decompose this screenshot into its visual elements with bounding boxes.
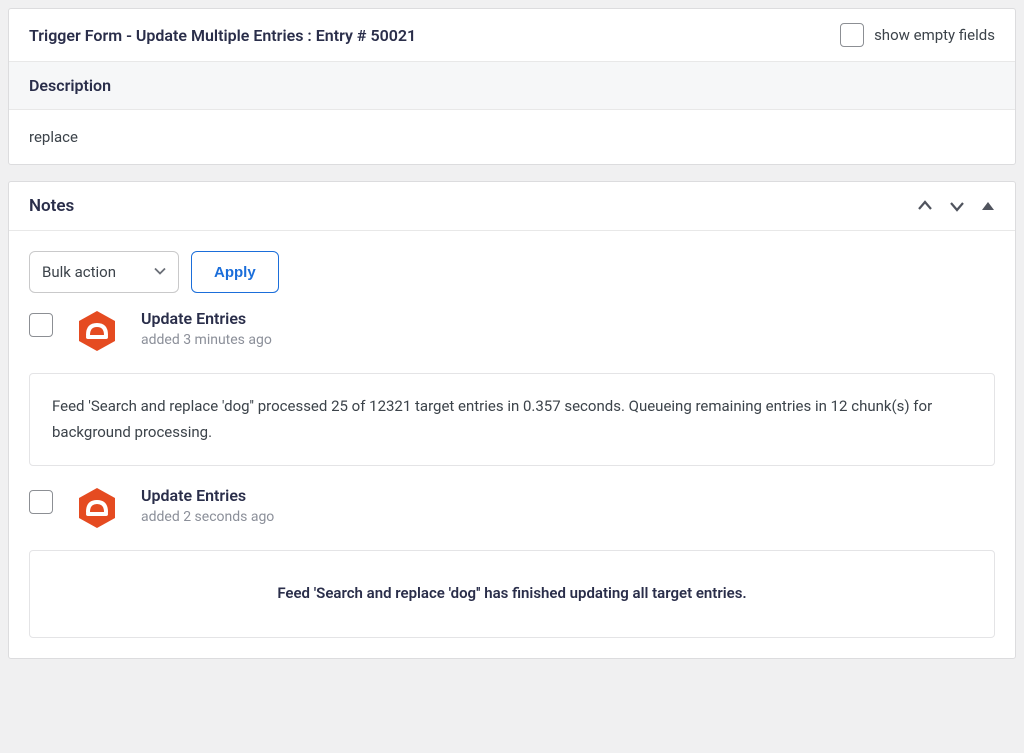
note-head: Update Entries added 2 seconds ago (29, 486, 995, 530)
note-head: Update Entries added 3 minutes ago (29, 309, 995, 353)
show-empty-fields-toggle[interactable]: show empty fields (840, 23, 995, 47)
entry-title: Trigger Form - Update Multiple Entries :… (29, 26, 416, 45)
note-body: Feed 'Search and replace 'dog'' has fini… (29, 550, 995, 638)
description-value: replace (9, 110, 1015, 164)
note-time: added 2 seconds ago (141, 509, 274, 525)
note-checkbox[interactable] (29, 490, 53, 514)
note-time: added 3 minutes ago (141, 332, 272, 348)
note-title: Update Entries (141, 309, 272, 328)
note-title: Update Entries (141, 486, 274, 505)
bulk-action-label: Bulk action (42, 263, 116, 281)
notes-panel: Notes Bulk action Apply (8, 181, 1016, 659)
triangle-up-icon[interactable] (981, 199, 995, 213)
note-item: Update Entries added 3 minutes ago Feed … (9, 309, 1015, 486)
notes-controls (917, 198, 995, 214)
entry-panel: Trigger Form - Update Multiple Entries :… (8, 8, 1016, 165)
note-meta: Update Entries added 3 minutes ago (141, 309, 272, 348)
note-item: Update Entries added 2 seconds ago Feed … (9, 486, 1015, 658)
bulk-action-select[interactable]: Bulk action (29, 251, 179, 293)
chevron-up-icon[interactable] (917, 198, 933, 214)
notes-title: Notes (29, 196, 74, 216)
note-checkbox[interactable] (29, 313, 53, 337)
note-body: Feed 'Search and replace 'dog'' processe… (29, 373, 995, 466)
gravity-icon (75, 486, 119, 530)
gravity-icon (75, 309, 119, 353)
description-header: Description (9, 62, 1015, 110)
notes-header: Notes (9, 182, 1015, 231)
apply-button[interactable]: Apply (191, 251, 279, 293)
notes-toolbar: Bulk action Apply (9, 231, 1015, 309)
show-empty-label: show empty fields (874, 26, 995, 44)
show-empty-checkbox[interactable] (840, 23, 864, 47)
chevron-down-icon[interactable] (949, 198, 965, 214)
entry-panel-header: Trigger Form - Update Multiple Entries :… (9, 9, 1015, 62)
note-meta: Update Entries added 2 seconds ago (141, 486, 274, 525)
chevron-down-icon (154, 263, 166, 281)
